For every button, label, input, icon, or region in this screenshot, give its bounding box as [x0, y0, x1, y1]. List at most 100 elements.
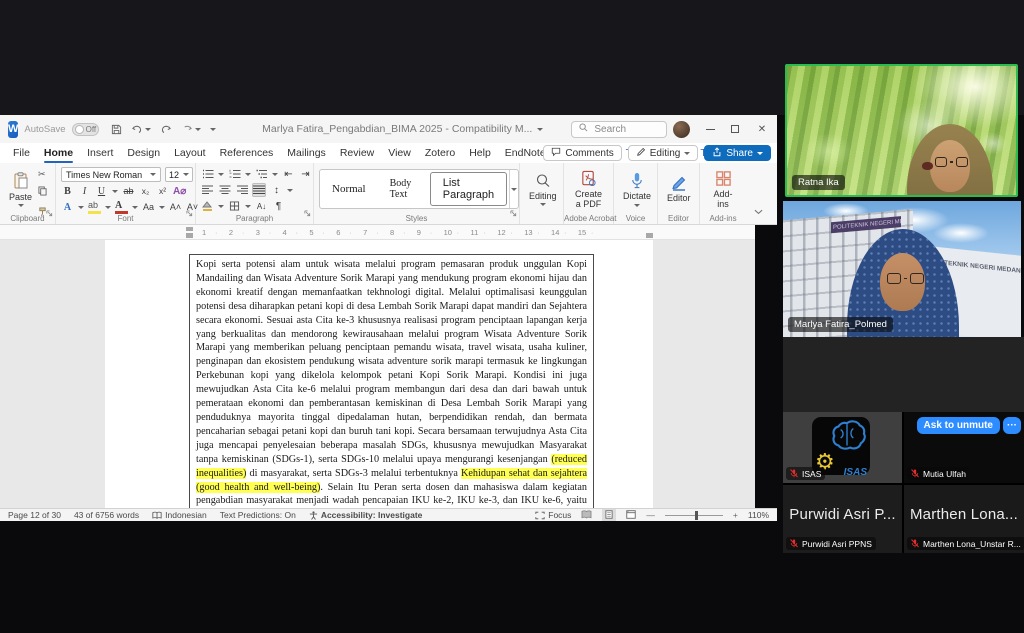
borders-dropdown[interactable] — [245, 205, 251, 208]
zoom-slider[interactable] — [665, 515, 723, 516]
print-layout-button[interactable] — [602, 509, 616, 522]
video-tile-mutia[interactable]: Ask to unmute ··· Mutia Ulfah — [904, 412, 1024, 483]
style-normal[interactable]: Normal — [320, 170, 378, 208]
close-button[interactable]: ✕ — [755, 124, 769, 135]
collapse-ribbon-icon[interactable] — [754, 202, 763, 220]
style-body-text[interactable]: Body Text — [378, 170, 428, 208]
video-tile-purwidi[interactable]: Purwidi Asri P... Purwidi Asri PPNS — [783, 485, 902, 553]
bullet-dropdown[interactable] — [218, 173, 224, 176]
doc-paragraph[interactable]: Kopi serta potensi alam untuk wisata mel… — [189, 254, 594, 508]
strikethrough-button[interactable]: ab — [122, 184, 135, 198]
number-list-button[interactable] — [228, 167, 241, 181]
tab-view[interactable]: View — [381, 145, 418, 161]
editor-button[interactable]: Editor — [663, 167, 695, 212]
search-input[interactable]: Search — [571, 121, 667, 138]
read-mode-button[interactable] — [581, 510, 592, 521]
change-case-button[interactable]: Aa — [142, 200, 155, 214]
font-name-select[interactable]: Times New Roman — [61, 167, 161, 182]
font-color-button[interactable]: A — [115, 200, 128, 214]
font-dialog-launcher[interactable] — [186, 204, 193, 222]
right-indent-marker[interactable] — [646, 233, 653, 238]
font-size-select[interactable]: 12 — [165, 167, 193, 182]
tab-help[interactable]: Help — [462, 145, 498, 161]
text-effects-dropdown[interactable] — [78, 206, 84, 209]
clipboard-dialog-launcher[interactable] — [46, 204, 53, 222]
copy-icon[interactable] — [38, 183, 47, 201]
number-dropdown[interactable] — [245, 173, 251, 176]
video-tile-marthen[interactable]: Marthen Lona... Marthen Lona_Unstar R... — [904, 485, 1024, 553]
tab-home[interactable]: Home — [37, 145, 80, 161]
bullet-list-button[interactable] — [201, 167, 214, 181]
styles-gallery-more[interactable] — [509, 170, 518, 208]
tab-insert[interactable]: Insert — [80, 145, 120, 161]
ask-to-unmute-button[interactable]: Ask to unmute — [917, 417, 1000, 434]
video-tile-ratna[interactable]: Ratna Ika — [785, 64, 1018, 197]
first-line-indent-marker[interactable] — [186, 227, 193, 231]
ruler[interactable]: 1·2·3·4·5·6·7·8·9·10·11·12·13·14·15· — [0, 225, 777, 240]
editing-menu-button[interactable]: Editing — [525, 167, 561, 212]
editing-mode-button[interactable]: Editing — [628, 145, 699, 161]
italic-button[interactable]: I — [78, 184, 91, 198]
superscript-button[interactable]: x² — [156, 184, 169, 198]
zoom-level[interactable]: 110% — [748, 510, 769, 520]
shading-dropdown[interactable] — [218, 205, 224, 208]
highlight-dropdown[interactable] — [105, 206, 111, 209]
borders-button[interactable] — [228, 199, 241, 213]
align-left-button[interactable] — [201, 183, 214, 197]
repeat-button[interactable] — [181, 124, 201, 135]
text-effects-button[interactable]: A — [61, 200, 74, 214]
comments-button[interactable]: Comments — [543, 145, 621, 161]
tab-design[interactable]: Design — [120, 145, 167, 161]
style-list-paragraph[interactable]: List Paragraph — [430, 172, 507, 206]
tab-mailings[interactable]: Mailings — [280, 145, 333, 161]
page-indicator[interactable]: Page 12 of 30 — [8, 510, 61, 520]
create-pdf-button[interactable]: Create a PDF — [569, 167, 608, 212]
multilevel-dropdown[interactable] — [272, 173, 278, 176]
text-predictions[interactable]: Text Predictions: On — [220, 510, 296, 520]
dictate-button[interactable]: Dictate — [619, 167, 655, 212]
line-spacing-dropdown[interactable] — [287, 189, 293, 192]
multilevel-list-button[interactable] — [255, 167, 268, 181]
font-color-dropdown[interactable] — [132, 206, 138, 209]
account-avatar[interactable] — [673, 121, 690, 138]
proofing-status[interactable]: Indonesian — [152, 510, 207, 520]
minimize-button[interactable] — [706, 129, 715, 130]
accessibility-status[interactable]: Accessibility: Investigate — [309, 510, 423, 520]
highlight-color-button[interactable]: ab — [88, 200, 101, 214]
customize-qat-icon[interactable] — [210, 128, 216, 131]
addins-button[interactable]: Add-ins — [705, 167, 741, 212]
decrease-indent-button[interactable]: ⇤ — [282, 167, 295, 181]
align-right-button[interactable] — [235, 183, 248, 197]
subscript-button[interactable]: x₂ — [139, 184, 152, 198]
web-layout-button[interactable] — [626, 510, 636, 521]
undo-button[interactable] — [131, 124, 151, 135]
line-spacing-button[interactable]: ↕ — [270, 183, 283, 197]
document-canvas[interactable]: Kopi serta potensi alam untuk wisata mel… — [0, 240, 777, 508]
video-tile-isas[interactable]: ⚙ ISAS ISAS — [783, 412, 902, 483]
zoom-out-button[interactable]: — — [646, 510, 655, 520]
zoom-slider-thumb[interactable] — [695, 511, 698, 520]
title-dropdown-icon[interactable] — [537, 128, 543, 131]
grow-font-button[interactable]: A˄ — [169, 200, 182, 214]
show-marks-button[interactable]: ¶ — [272, 199, 285, 213]
word-count[interactable]: 43 of 6756 words — [74, 510, 139, 520]
paragraph-dialog-launcher[interactable] — [304, 204, 311, 222]
bold-button[interactable]: B — [61, 184, 74, 198]
hanging-indent-marker[interactable] — [186, 233, 193, 238]
change-case-dropdown[interactable] — [159, 206, 165, 209]
share-button[interactable]: Share — [704, 145, 771, 161]
shading-button[interactable] — [201, 199, 214, 213]
autosave-toggle[interactable]: Off — [72, 123, 100, 136]
tab-references[interactable]: References — [213, 145, 281, 161]
paste-button[interactable]: Paste — [5, 167, 36, 212]
sort-button[interactable]: A↓ — [255, 199, 268, 213]
maximize-button[interactable] — [731, 125, 739, 133]
justify-button[interactable] — [252, 183, 266, 197]
align-center-button[interactable] — [218, 183, 231, 197]
more-options-button[interactable]: ··· — [1003, 417, 1021, 434]
tab-review[interactable]: Review — [333, 145, 381, 161]
redo-button[interactable] — [160, 124, 172, 135]
underline-dropdown[interactable] — [112, 190, 118, 193]
focus-mode-button[interactable]: Focus — [535, 510, 571, 520]
tab-file[interactable]: File — [6, 145, 37, 161]
